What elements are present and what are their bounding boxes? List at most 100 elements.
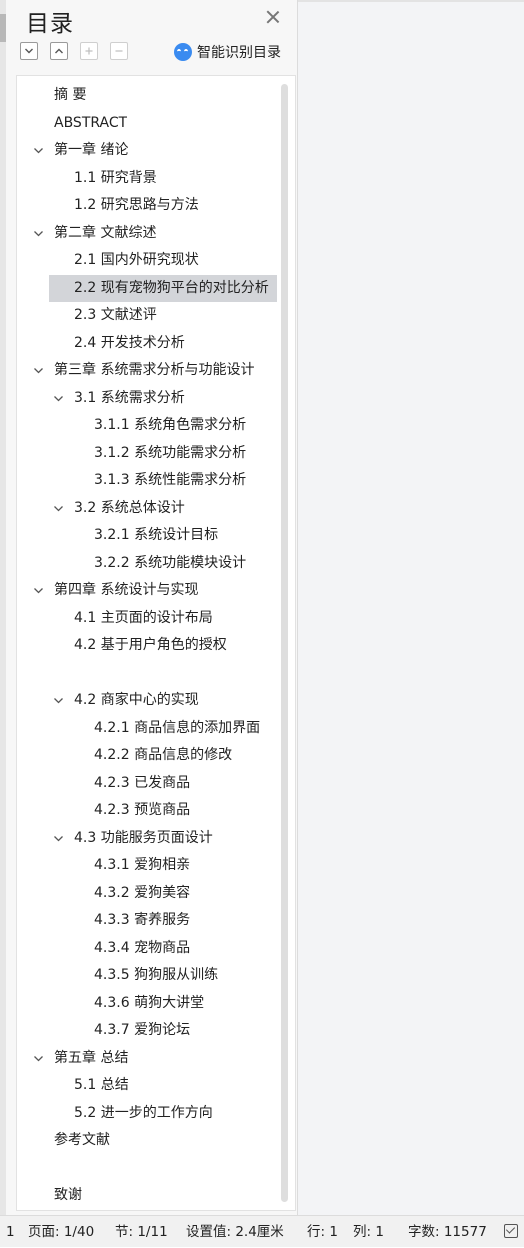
toc-item-label: 1.2 研究思路与方法 [74,197,199,213]
status-setting: 设置值: 2.4厘米 [186,1224,284,1240]
toc-item-label: 1.1 研究背景 [74,169,157,186]
toc-item-label: 4.2.3 已发商品 [94,774,191,791]
toc-item[interactable]: 5.2 进一步的工作方向 [17,1100,285,1127]
toc-item[interactable]: 4.3.3 寄养服务 [17,907,285,934]
toc-item-label: 3.1.1 系统角色需求分析 [94,417,247,433]
toc-item[interactable]: 2.2 现有宠物狗平台的对比分析 [49,274,277,302]
toc-item-label: 4.3.1 爱狗相亲 [94,857,191,873]
toc-item-label: 4.2 商家中心的实现 [74,692,199,708]
status-word-count[interactable]: 字数: 11577 [408,1216,487,1248]
toc-item-label: 2.2 现有宠物狗平台的对比分析 [74,279,269,296]
toc-item[interactable]: 4.3.7 爱狗论坛 [17,1017,285,1044]
smart-toc-label: 智能识别目录 [197,45,281,61]
toc-item-label: 4.2 基于用户角色的授权 [74,637,227,653]
toc-item-label: 3.1.2 系统功能需求分析 [94,444,247,461]
toc-item[interactable]: 4.3.5 狗狗服从训练 [17,962,285,989]
toc-item[interactable]: 4.3.4 宠物商品 [17,935,285,962]
toc-item[interactable]: 4.3.6 萌狗大讲堂 [17,990,285,1017]
toc-item[interactable]: 摘 要 [17,82,285,109]
chevron-down-icon[interactable] [53,503,64,514]
chevron-down-icon[interactable] [53,833,64,844]
toc-item[interactable]: 4.3.2 爱狗美容 [17,880,285,907]
toc-item-label: 4.2.3 预览商品 [94,802,191,818]
toc-item-label: 3.2.2 系统功能模块设计 [94,554,247,571]
toc-scrollbar[interactable] [281,84,288,1202]
toc-item[interactable]: 1.1 研究背景 [17,165,285,192]
toc-item-label: 4.3.4 宠物商品 [94,939,191,956]
toc-item[interactable]: 3.1.1 系统角色需求分析 [17,412,285,439]
toc-item[interactable]: 3.1.3 系统性能需求分析 [17,467,285,494]
toc-item[interactable]: ABSTRACT [17,110,285,137]
document-area[interactable] [298,0,524,1215]
status-page-short: 1 [6,1224,15,1240]
toc-item-label: 4.3.3 寄养服务 [94,912,191,928]
status-bar: 1 页面: 1/40 节: 1/11 设置值: 2.4厘米 行: 1 列: 1 … [0,1215,524,1247]
document-top-border [298,0,524,2]
toc-item[interactable]: 第四章 系统设计与实现 [17,577,285,604]
toc-item-label: 参考文献 [54,1132,110,1148]
toc-item-label: 5.2 进一步的工作方向 [74,1104,213,1121]
close-icon[interactable] [264,8,282,26]
toc-item[interactable]: 4.3.1 爱狗相亲 [17,852,285,879]
toc-item[interactable]: 2.4 开发技术分析 [17,330,285,357]
minus-icon[interactable] [110,42,128,60]
chevron-down-icon[interactable] [53,695,64,706]
toc-item[interactable]: 第三章 系统需求分析与功能设计 [17,357,285,384]
toc-item-label: 第三章 系统需求分析与功能设计 [54,362,255,378]
toc-item[interactable]: 2.3 文献述评 [17,302,285,329]
toc-item[interactable]: 第二章 文献综述 [17,220,285,247]
toc-item[interactable]: 3.2.1 系统设计目标 [17,522,285,549]
toc-item-label: 2.4 开发技术分析 [74,334,185,351]
toc-item[interactable]: 致谢 [17,1182,285,1209]
chevron-down-icon[interactable] [33,365,44,376]
toc-item[interactable]: 第一章 绪论 [17,137,285,164]
toc-item[interactable]: 4.3 功能服务页面设计 [17,825,285,852]
toc-item-label: ABSTRACT [54,114,128,131]
toc-item[interactable]: 4.2.3 已发商品 [17,770,285,797]
chevron-down-icon[interactable] [33,145,44,156]
toc-item[interactable]: 第五章 总结 [17,1045,285,1072]
smart-toc-button[interactable]: 智能识别目录 [174,41,281,63]
toc-item-label: 摘 要 [54,87,87,103]
toc-item[interactable]: 3.2 系统总体设计 [17,495,285,522]
chevron-down-icon[interactable] [33,585,44,596]
toc-item[interactable]: 2.1 国内外研究现状 [17,247,285,274]
chevron-down-icon[interactable] [53,393,64,404]
ai-face-icon [174,43,192,61]
check-icon[interactable] [504,1224,518,1238]
toc-item-label: 3.2.1 系统设计目标 [94,527,219,543]
status-section: 节: 1/11 [115,1224,168,1240]
toc-item-label: 4.2.1 商品信息的添加界面 [94,719,261,736]
chevron-down-icon[interactable] [33,228,44,239]
toc-item[interactable]: 4.1 主页面的设计布局 [17,605,285,632]
toc-item-label: 4.1 主页面的设计布局 [74,609,213,626]
toc-item-label: 4.3 功能服务页面设计 [74,829,213,846]
toc-item[interactable]: 3.2.2 系统功能模块设计 [17,550,285,577]
panel-title: 目录 [26,11,74,37]
status-row: 行: 1 [307,1224,338,1240]
chevron-down-icon[interactable] [33,1053,44,1064]
collapse-all-icon[interactable] [20,42,38,60]
toc-item[interactable] [17,660,285,687]
toc-item[interactable]: 4.2.3 预览商品 [17,797,285,824]
toc-item[interactable] [17,1155,285,1182]
toc-item[interactable]: 5.1 总结 [17,1072,285,1099]
toc-item[interactable]: 4.2 基于用户角色的授权 [17,632,285,659]
toc-item[interactable]: 参考文献 [17,1127,285,1154]
toc-item-label: 第五章 总结 [54,1049,129,1066]
plus-icon[interactable] [80,42,98,60]
toc-item[interactable]: 4.2.1 商品信息的添加界面 [17,715,285,742]
status-col: 列: 1 [353,1224,384,1240]
status-page[interactable]: 页面: 1/40 [28,1216,94,1248]
toc-item[interactable]: 4.2 商家中心的实现 [17,687,285,714]
toc-item-label: 3.2 系统总体设计 [74,499,185,516]
toc-item-label: 4.3.7 爱狗论坛 [94,1022,191,1038]
toc-item-label: 3.1 系统需求分析 [74,389,185,406]
expand-all-icon[interactable] [50,42,68,60]
toc-item[interactable]: 1.2 研究思路与方法 [17,192,285,219]
toc-item[interactable]: 3.1.2 系统功能需求分析 [17,440,285,467]
toc-item[interactable]: 3.1 系统需求分析 [17,385,285,412]
toc-item-label: 3.1.3 系统性能需求分析 [94,472,247,488]
toc-item-label: 致谢 [54,1187,82,1203]
toc-item[interactable]: 4.2.2 商品信息的修改 [17,742,285,769]
